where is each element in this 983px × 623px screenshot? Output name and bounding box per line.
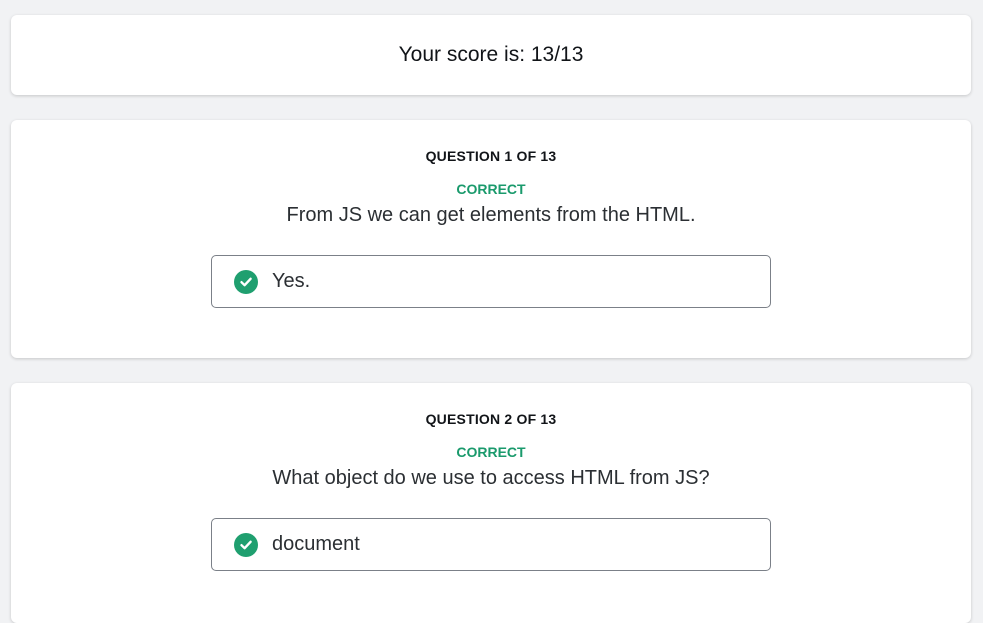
question-header: QUESTION 2 OF 13 — [425, 411, 557, 427]
question-card: QUESTION 1 OF 13 CORRECT From JS we can … — [11, 120, 971, 358]
question-text: From JS we can get elements from the HTM… — [286, 204, 696, 226]
question-text: What object do we use to access HTML fro… — [272, 467, 710, 489]
question-card: QUESTION 2 OF 13 CORRECT What object do … — [11, 383, 971, 623]
correct-status: CORRECT — [456, 444, 526, 460]
check-circle-icon — [234, 532, 258, 557]
score-text: Your score is: 13/13 — [398, 43, 584, 66]
check-circle-icon — [234, 269, 258, 294]
answer-option[interactable]: Yes. — [211, 255, 771, 308]
answer-text: Yes. — [272, 270, 311, 292]
correct-status: CORRECT — [456, 181, 526, 197]
answer-text: document — [272, 533, 360, 555]
score-card: Your score is: 13/13 — [11, 15, 971, 95]
question-header: QUESTION 1 OF 13 — [425, 148, 557, 164]
answer-option[interactable]: document — [211, 518, 771, 571]
